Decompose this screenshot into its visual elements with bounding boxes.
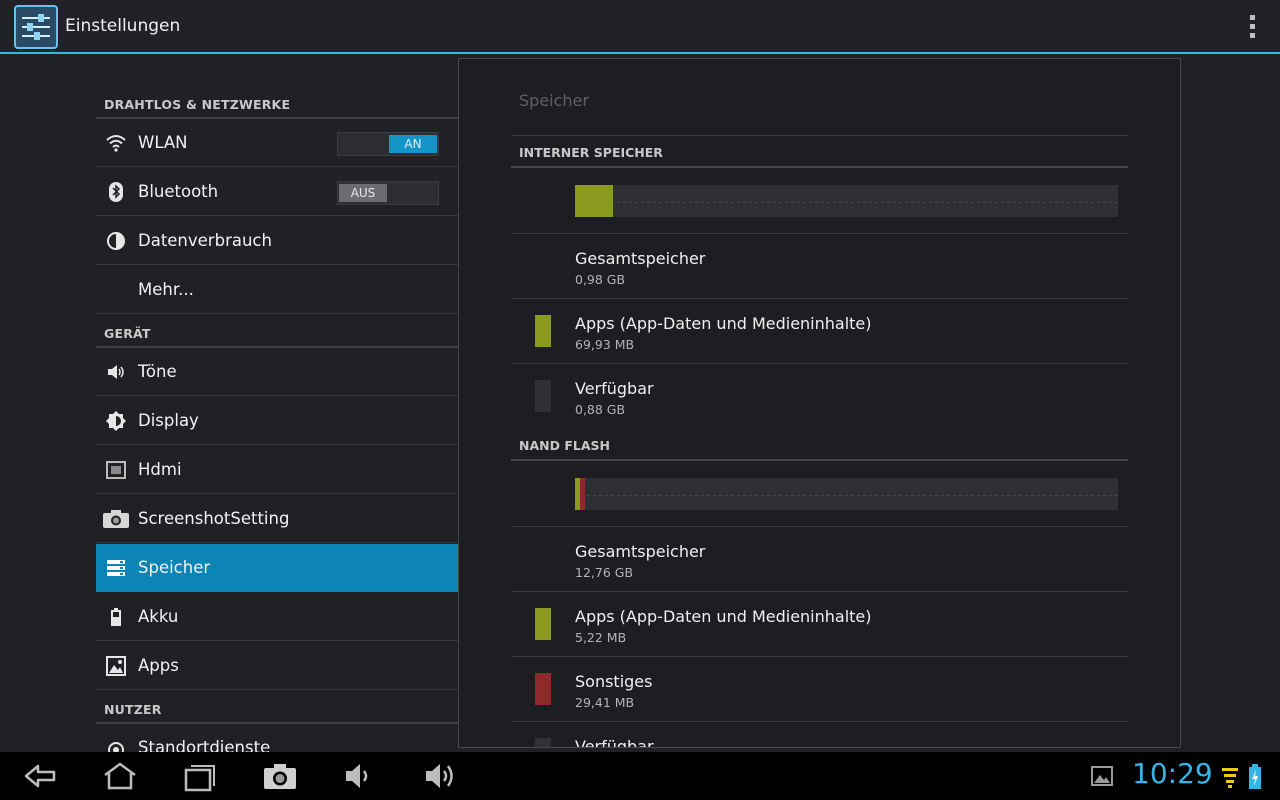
wlan-toggle[interactable]: AN <box>337 132 439 156</box>
settings-item-screenshot[interactable]: ScreenshotSetting <box>96 495 458 543</box>
settings-item-label: Akku <box>138 607 179 626</box>
overflow-menu-icon[interactable] <box>1244 15 1260 41</box>
navigation-bar <box>0 752 1280 800</box>
toggle-state: AN <box>389 135 437 153</box>
status-clock: 10:29 <box>1132 757 1213 790</box>
apps-usage-segment <box>575 185 613 217</box>
section-header-nand: NAND FLASH <box>519 438 610 453</box>
settings-item-storage[interactable]: Speicher <box>96 544 458 592</box>
bar-track <box>575 495 1118 496</box>
battery-charging-icon <box>1249 764 1261 789</box>
settings-item-apps[interactable]: Apps <box>96 642 458 690</box>
divider <box>511 298 1128 299</box>
row-value: 69,93 MB <box>575 337 635 352</box>
settings-item-label: Datenverbrauch <box>138 231 272 250</box>
volume-down-icon[interactable] <box>342 760 378 792</box>
settings-item-battery[interactable]: Akku <box>96 593 458 641</box>
settings-item-label: Hdmi <box>138 460 182 479</box>
wifi-icon <box>106 135 126 152</box>
settings-item-label: Apps <box>138 656 179 675</box>
row-title: Gesamtspeicher <box>575 542 706 561</box>
storage-icon <box>107 560 125 576</box>
divider <box>511 591 1128 592</box>
camera-icon <box>103 510 129 528</box>
divider <box>511 166 1128 168</box>
row-value: 5,22 MB <box>575 630 627 645</box>
section-header-wireless: DRAHTLOS & NETZWERKE <box>104 97 291 112</box>
gallery-notification-icon[interactable] <box>1090 764 1114 788</box>
settings-item-label: Mehr... <box>138 280 194 299</box>
wifi-signal-icon <box>1222 768 1238 788</box>
divider <box>511 459 1128 461</box>
storage-panel: Speicher INTERNER SPEICHER Gesamtspeiche… <box>458 58 1181 748</box>
divider <box>511 656 1128 657</box>
internal-storage-bar <box>575 185 1118 217</box>
row-value: 0,88 GB <box>575 402 626 417</box>
row-value: 29,41 MB <box>575 695 635 710</box>
section-header-user: NUTZER <box>104 702 162 717</box>
bluetooth-icon <box>109 182 123 202</box>
settings-item-data-usage[interactable]: Datenverbrauch <box>96 217 458 265</box>
settings-item-label: WLAN <box>138 133 188 152</box>
color-swatch <box>535 315 551 347</box>
location-icon <box>108 742 124 752</box>
volume-up-icon[interactable] <box>422 760 458 792</box>
divider <box>511 135 1128 136</box>
brightness-icon <box>106 411 126 431</box>
action-bar: Einstellungen <box>0 0 1280 54</box>
settings-item-bluetooth[interactable]: Bluetooth AUS <box>96 168 458 216</box>
row-value: 0,98 GB <box>575 272 626 287</box>
row-title: Verfügbar <box>575 379 654 398</box>
divider <box>511 363 1128 364</box>
screenshot-camera-icon[interactable] <box>262 760 298 792</box>
settings-item-more[interactable]: Mehr... <box>96 266 458 314</box>
divider <box>511 233 1128 234</box>
settings-item-label: Speicher <box>138 558 211 577</box>
home-icon[interactable] <box>102 760 138 792</box>
bar-track <box>575 202 1118 203</box>
row-title: Apps (App-Daten und Medieninhalte) <box>575 314 872 333</box>
row-title: Gesamtspeicher <box>575 249 706 268</box>
back-icon[interactable] <box>22 760 58 792</box>
hdmi-icon <box>106 461 126 479</box>
app-title: Einstellungen <box>65 16 181 36</box>
data-usage-icon <box>107 232 125 250</box>
settings-app-icon[interactable] <box>14 5 58 49</box>
other-usage-segment <box>580 478 585 510</box>
section-header-internal: INTERNER SPEICHER <box>519 145 663 160</box>
color-swatch <box>535 380 551 412</box>
nand-storage-bar <box>575 478 1118 510</box>
panel-title: Speicher <box>519 91 589 110</box>
settings-item-hdmi[interactable]: Hdmi <box>96 446 458 494</box>
settings-list: DRAHTLOS & NETZWERKE WLAN AN Bluetooth A… <box>96 56 458 752</box>
settings-item-label: Display <box>138 411 199 430</box>
settings-item-label: Bluetooth <box>138 182 219 201</box>
settings-item-display[interactable]: Display <box>96 397 458 445</box>
section-header-device: GERÄT <box>104 326 151 341</box>
recent-apps-icon[interactable] <box>182 760 218 792</box>
row-title: Sonstiges <box>575 672 653 691</box>
battery-icon <box>111 608 121 626</box>
settings-item-wlan[interactable]: WLAN AN <box>96 119 458 167</box>
settings-item-label: Töne <box>138 362 177 381</box>
bluetooth-toggle[interactable]: AUS <box>337 181 439 205</box>
row-title: Verfügbar <box>575 737 654 748</box>
color-swatch <box>535 738 551 747</box>
row-title: Apps (App-Daten und Medieninhalte) <box>575 607 872 626</box>
color-swatch <box>535 608 551 640</box>
settings-item-sounds[interactable]: Töne <box>96 348 458 396</box>
toggle-state: AUS <box>339 184 387 202</box>
divider <box>511 721 1128 722</box>
divider <box>511 526 1128 527</box>
settings-item-label: ScreenshotSetting <box>138 509 290 528</box>
settings-item-location[interactable]: Standortdienste <box>96 724 458 752</box>
speaker-icon <box>108 365 124 379</box>
color-swatch <box>535 673 551 705</box>
row-value: 12,76 GB <box>575 565 634 580</box>
apps-icon <box>106 656 126 676</box>
settings-item-label: Standortdienste <box>138 738 271 752</box>
